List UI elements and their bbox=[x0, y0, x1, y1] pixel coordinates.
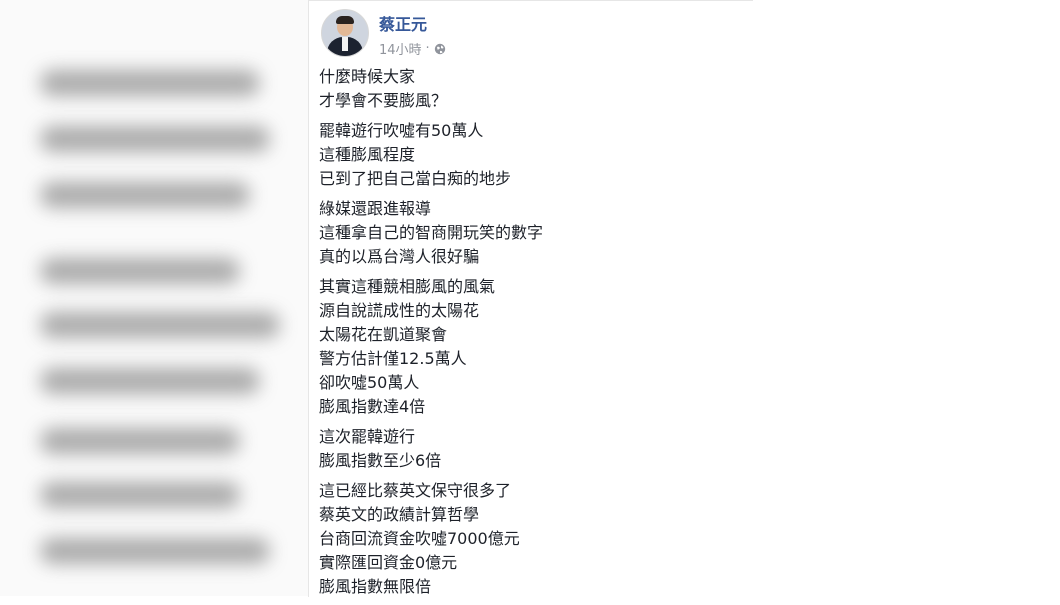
author-name-link[interactable]: 蔡正元 bbox=[379, 11, 427, 35]
post-text-line: 太陽花在凱道聚會 bbox=[319, 325, 448, 344]
blurred-text bbox=[40, 428, 240, 454]
post-text-line: 源自說謊成性的太陽花 bbox=[319, 301, 480, 320]
post-text-line: 這種膨風程度 bbox=[319, 145, 416, 164]
post-text-line: 蔡英文的政績計算哲學 bbox=[319, 505, 480, 524]
post-text-line: 已到了把自己當白痴的地步 bbox=[319, 169, 512, 188]
post-text-line: 這種拿自己的智商開玩笑的數字 bbox=[319, 223, 544, 242]
blurred-text bbox=[40, 126, 270, 152]
post-text-line: 罷韓遊行吹噓有50萬人 bbox=[319, 121, 484, 140]
post-meta: 14小時 · bbox=[379, 39, 446, 58]
post-text-line: 什麼時候大家 bbox=[319, 67, 416, 86]
post-paragraph: 罷韓遊行吹噓有50萬人 這種膨風程度已到了把自己當白痴的地步 bbox=[319, 119, 739, 191]
post-text-line: 卻吹噓50萬人 bbox=[319, 373, 420, 392]
post-text-line: 實際匯回資金0億元 bbox=[319, 553, 458, 572]
blurred-text bbox=[40, 538, 270, 564]
post-text-line: 這次罷韓遊行 bbox=[319, 427, 416, 446]
post-paragraph: 這次罷韓遊行膨風指數至少6倍 bbox=[319, 425, 739, 473]
post-text-line: 台商回流資金吹噓7000億元 bbox=[319, 529, 520, 548]
blurred-text bbox=[40, 312, 280, 338]
blurred-text bbox=[40, 258, 240, 284]
post-text-line: 真的以爲台灣人很好騙 bbox=[319, 247, 480, 266]
post-text-line: 才學會不要膨風？ bbox=[319, 91, 448, 110]
post-paragraph: 其實這種競相膨風的風氣 源自說謊成性的太陽花 太陽花在凱道聚會 警方估計僅12.5萬人… bbox=[319, 275, 739, 419]
post-paragraph: 什麼時候大家才學會不要膨風？ bbox=[319, 65, 739, 113]
post-body: 什麼時候大家才學會不要膨風？ 罷韓遊行吹噓有50萬人 這種膨風程度已到了把自己當白痴… bbox=[319, 65, 739, 605]
blurred-text bbox=[40, 368, 260, 394]
post-text-line: 其實這種競相膨風的風氣 bbox=[319, 277, 496, 296]
post-text-line: 膨風指數無限倍 bbox=[319, 577, 432, 596]
blurred-text bbox=[40, 182, 250, 208]
post-timestamp[interactable]: 14小時 bbox=[379, 39, 422, 58]
globe-icon[interactable] bbox=[434, 43, 446, 55]
post-text-line: 膨風指數至少6倍 bbox=[319, 451, 442, 470]
post-text-line: 綠媒還跟進報導 bbox=[319, 199, 432, 218]
author-avatar[interactable] bbox=[321, 9, 369, 57]
post-paragraph: 這已經比蔡英文保守很多了 蔡英文的政績計算哲學台商回流資金吹噓7000億元 實際匯回… bbox=[319, 479, 739, 599]
post-text-line: 這已經比蔡英文保守很多了 bbox=[319, 481, 512, 500]
post-paragraph: 綠媒還跟進報導這種拿自己的智商開玩笑的數字 真的以爲台灣人很好騙 bbox=[319, 197, 739, 269]
blurred-text bbox=[40, 70, 260, 96]
post-text-line: 警方估計僅12.5萬人 bbox=[319, 349, 467, 368]
blurred-background bbox=[0, 0, 308, 596]
post-text-line: 膨風指數達4倍 bbox=[319, 397, 426, 416]
blurred-text bbox=[40, 482, 240, 508]
facebook-post: 蔡正元 14小時 · 什麼時候大家才學會不要膨風？ 罷韓遊行吹噓有50萬人 這種膨風… bbox=[308, 0, 753, 597]
